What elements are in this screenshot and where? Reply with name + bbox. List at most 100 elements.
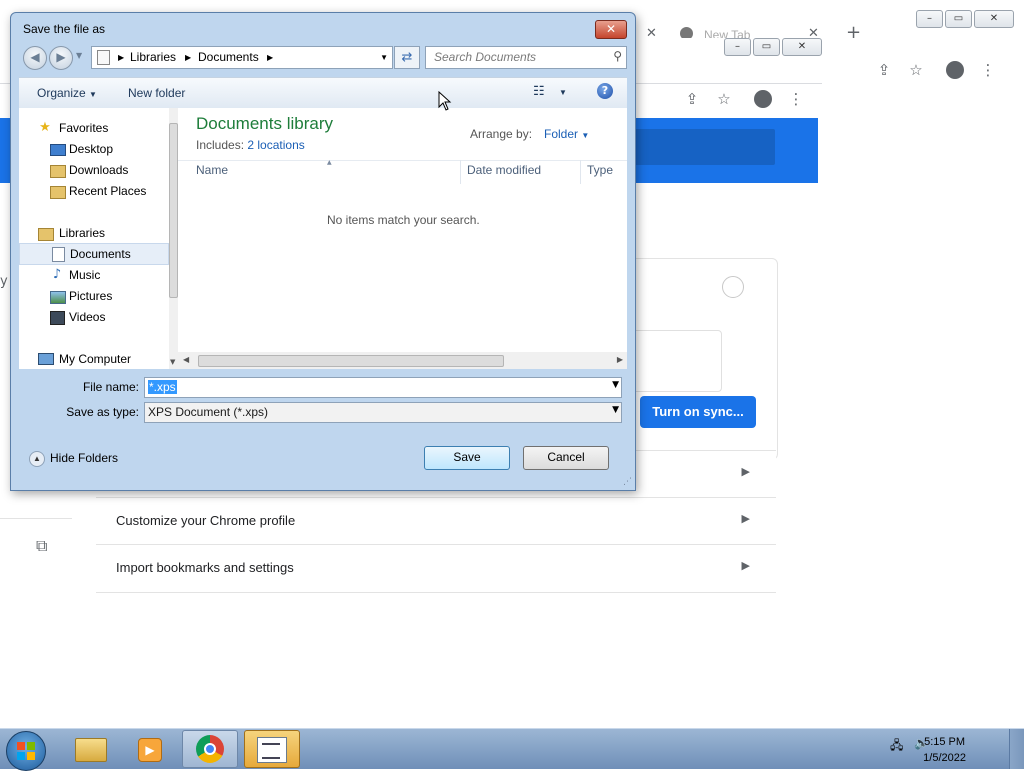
- column-header-name[interactable]: Name: [196, 163, 228, 177]
- bookmark-star-icon[interactable]: ☆: [714, 89, 734, 109]
- back-button[interactable]: ◀: [23, 46, 47, 70]
- address-dropdown-icon[interactable]: ▼: [380, 53, 388, 62]
- help-icon[interactable]: ?: [597, 83, 613, 99]
- save-as-type-label: Save as type:: [66, 405, 139, 419]
- share-icon[interactable]: ⇪: [682, 89, 702, 109]
- includes-locations-link[interactable]: 2 locations: [247, 138, 304, 152]
- scrollbar-thumb[interactable]: [198, 355, 504, 367]
- clock[interactable]: 5:15 PM 1/5/2022: [923, 734, 966, 766]
- sync-illustration-circle: [722, 276, 744, 298]
- file-name-value[interactable]: *.xps: [148, 380, 177, 394]
- nav-item-desktop[interactable]: Desktop: [19, 139, 167, 159]
- nav-item-favorites[interactable]: ★ Favorites: [19, 118, 167, 138]
- horizontal-scrollbar[interactable]: ◀ ▶: [178, 352, 627, 369]
- settings-row-customize-profile[interactable]: Customize your Chrome profile ▶: [96, 497, 776, 545]
- scroll-right-arrow-icon[interactable]: ▶: [617, 355, 623, 364]
- breadcrumb-separator-icon[interactable]: ▶: [267, 53, 273, 62]
- maximize-icon[interactable]: ▭: [945, 10, 972, 28]
- chrome-menu-icon[interactable]: ⋮: [978, 60, 998, 80]
- nav-item-libraries[interactable]: Libraries: [19, 223, 167, 243]
- close-icon[interactable]: ✕: [974, 10, 1014, 28]
- scroll-down-arrow-icon[interactable]: ▼: [170, 358, 175, 366]
- nav-label: Videos: [69, 310, 106, 324]
- view-options-icon[interactable]: ☷: [533, 83, 545, 99]
- search-icon: ⚲: [613, 49, 622, 63]
- libraries-icon: [37, 225, 54, 241]
- bookmark-star-icon[interactable]: ☆: [906, 60, 926, 80]
- empty-message: No items match your search.: [327, 213, 480, 227]
- chrome-menu-icon[interactable]: ⋮: [786, 89, 806, 109]
- taskbar-notepad[interactable]: [244, 730, 300, 768]
- chevron-down-icon[interactable]: ▼: [612, 405, 619, 415]
- settings-row-import-bookmarks[interactable]: Import bookmarks and settings ▶: [96, 544, 776, 593]
- chevron-right-icon: ▶: [741, 559, 750, 572]
- nav-label: Libraries: [59, 226, 106, 240]
- minimize-icon[interactable]: –: [724, 38, 751, 56]
- recent-places-icon: [49, 183, 66, 199]
- nav-item-videos[interactable]: Videos: [19, 307, 167, 327]
- dialog-close-button[interactable]: ✕: [595, 20, 627, 39]
- folder-icon: [75, 738, 107, 762]
- recent-locations-dropdown-icon[interactable]: ▼: [76, 51, 82, 60]
- organize-button[interactable]: Organize ▼: [37, 86, 97, 100]
- file-name-field[interactable]: *.xps ▼: [144, 377, 622, 398]
- includes-line: Includes: 2 locations: [196, 138, 305, 152]
- address-bar[interactable]: ▶ Libraries ▶ Documents ▶ ▼: [91, 46, 393, 69]
- chevron-down-icon: ▼: [89, 90, 97, 99]
- forward-button[interactable]: ▶: [49, 46, 73, 70]
- profile-avatar-icon[interactable]: [946, 61, 964, 79]
- new-folder-button[interactable]: New folder: [128, 86, 185, 100]
- settings-row-label: Import bookmarks and settings: [116, 560, 294, 575]
- breadcrumb-separator-icon[interactable]: ▶: [118, 53, 124, 62]
- cancel-button[interactable]: Cancel: [523, 446, 609, 470]
- taskbar-chrome[interactable]: [182, 730, 238, 768]
- notepad-lines-icon: [262, 743, 280, 759]
- maximize-icon[interactable]: ▭: [753, 38, 780, 56]
- new-tab-button[interactable]: +: [846, 22, 861, 43]
- show-desktop-button[interactable]: [1009, 729, 1024, 769]
- nav-item-music[interactable]: ♪ Music: [19, 265, 167, 285]
- save-as-type-select[interactable]: XPS Document (*.xps) ▼: [144, 402, 622, 423]
- close-icon[interactable]: ✕: [782, 38, 822, 56]
- settings-search-field[interactable]: [620, 129, 775, 165]
- breadcrumb-libraries[interactable]: Libraries: [130, 50, 176, 64]
- nav-label: Music: [69, 268, 101, 282]
- resize-grip-icon[interactable]: ⋰: [623, 477, 632, 487]
- search-icon[interactable]: ⚲: [966, 108, 978, 127]
- column-header-date-modified[interactable]: Date modified: [467, 163, 541, 177]
- network-icon[interactable]: 🖧: [890, 736, 903, 757]
- taskbar-media-player[interactable]: ▶: [122, 730, 178, 768]
- scrollbar-thumb[interactable]: [169, 123, 178, 298]
- library-page-icon: [97, 50, 110, 65]
- nav-item-pictures[interactable]: Pictures: [19, 286, 167, 306]
- breadcrumb-separator-icon[interactable]: ▶: [185, 53, 191, 62]
- start-button[interactable]: [6, 731, 46, 771]
- turn-on-sync-button[interactable]: Turn on sync...: [640, 396, 756, 428]
- sort-up-icon: ▲: [327, 159, 332, 166]
- library-title: Documents library: [196, 114, 333, 133]
- hide-folders-button[interactable]: ▲ Hide Folders: [29, 451, 118, 467]
- column-header-type[interactable]: Type: [587, 163, 613, 177]
- arrange-by-dropdown[interactable]: Folder ▼: [544, 127, 589, 141]
- view-dropdown-icon[interactable]: ▼: [559, 88, 567, 97]
- breadcrumb-documents[interactable]: Documents: [198, 50, 259, 64]
- share-icon[interactable]: ⇪: [874, 60, 894, 80]
- minimize-icon[interactable]: –: [916, 10, 943, 28]
- music-icon: ♪: [52, 267, 62, 282]
- chevron-down-icon[interactable]: ▼: [612, 380, 619, 390]
- nav-label: Pictures: [69, 289, 113, 303]
- nav-item-documents[interactable]: Documents: [19, 243, 169, 265]
- nav-item-downloads[interactable]: Downloads: [19, 160, 167, 180]
- search-input[interactable]: Search Documents ⚲: [425, 46, 627, 69]
- dialog-toolbar: Organize ▼ New folder ☷ ▼ ?: [19, 77, 627, 109]
- profile-avatar-icon[interactable]: [754, 90, 772, 108]
- save-button[interactable]: Save: [424, 446, 510, 470]
- external-link-icon[interactable]: ⧉: [36, 536, 47, 556]
- nav-item-my-computer[interactable]: My Computer: [19, 349, 167, 369]
- navigation-scrollbar[interactable]: ▼: [169, 108, 178, 369]
- taskbar-explorer[interactable]: [62, 730, 118, 768]
- refresh-button[interactable]: ⇄: [394, 46, 420, 69]
- scroll-left-arrow-icon[interactable]: ◀: [183, 355, 189, 364]
- clock-time: 5:15 PM: [924, 736, 966, 748]
- nav-item-recent-places[interactable]: Recent Places: [19, 181, 167, 201]
